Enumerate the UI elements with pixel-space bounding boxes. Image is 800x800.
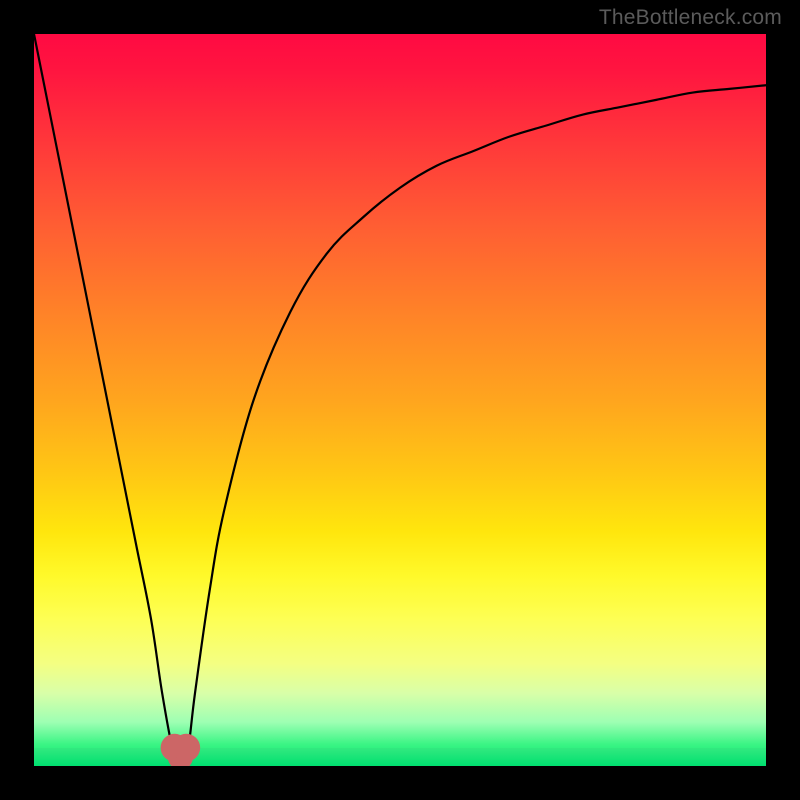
minimum-markers (161, 734, 201, 766)
plot-area (34, 34, 766, 766)
watermark-text: TheBottleneck.com (599, 6, 782, 30)
minimum-marker (172, 734, 200, 762)
chart-frame: TheBottleneck.com (0, 0, 800, 800)
curve-svg (34, 34, 766, 766)
bottleneck-curve-path (34, 34, 766, 766)
